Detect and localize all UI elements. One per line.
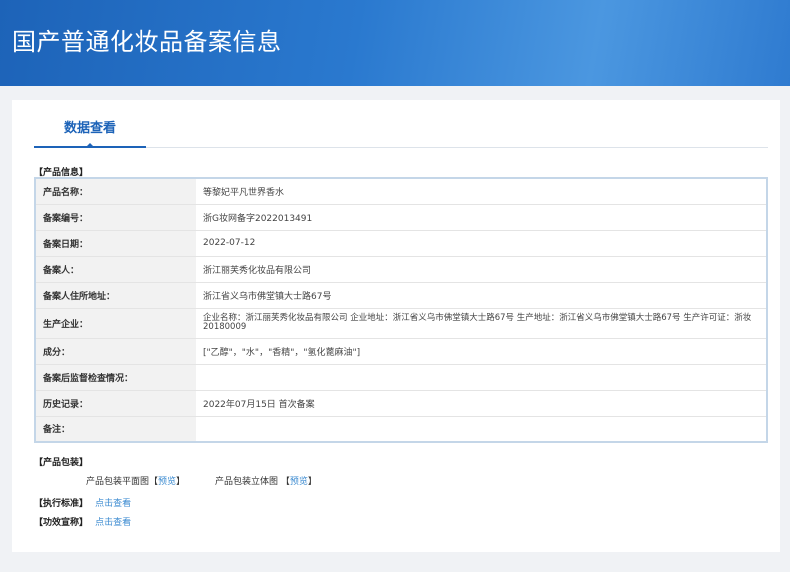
- efficacy-label: 【功效宣称】: [34, 518, 89, 528]
- table-row: 备注：: [35, 416, 767, 443]
- row-value: 浙G妆网备字2022013491: [196, 204, 767, 231]
- row-value: 企业名称：浙江丽芙秀化妆品有限公司 企业地址：浙江省义乌市佛堂镇大士路67号 生…: [196, 308, 767, 339]
- row-value: 2022年07月15日 首次备案: [196, 390, 767, 417]
- packaging-flat-label: 产品包装平面图: [86, 477, 150, 487]
- solid-preview-link[interactable]: 预览: [290, 477, 308, 487]
- table-row: 备案编号： 浙G妆网备字2022013491: [35, 204, 767, 231]
- row-label: 备案人住所地址：: [35, 282, 196, 309]
- table-row: 成分： ["乙醇"，"水"，"香精"，"氢化蓖麻油"]: [35, 338, 767, 365]
- table-row: 备案日期： 2022-07-12: [35, 230, 767, 257]
- table-row: 备案人： 浙江丽芙秀化妆品有限公司: [35, 256, 767, 283]
- row-label: 成分：: [35, 338, 196, 365]
- page-title: 国产普通化妆品备案信息: [12, 28, 282, 56]
- product-info-table: 产品名称： 等黎妃平凡世界香水 备案编号： 浙G妆网备字2022013491 备案日期：…: [34, 177, 768, 443]
- tab-data-view[interactable]: 数据查看: [34, 118, 146, 148]
- standard-view-link[interactable]: 点击查看: [95, 499, 131, 509]
- row-label: 产品名称：: [35, 178, 196, 205]
- row-label: 备案编号：: [35, 204, 196, 231]
- bracket: 【: [280, 477, 290, 487]
- packaging-heading: 【产品包装】: [34, 458, 89, 468]
- standard-row: 【执行标准】 点击查看: [34, 496, 131, 509]
- table-row: 产品名称： 等黎妃平凡世界香水: [35, 178, 767, 205]
- header-banner: 国产普通化妆品备案信息: [0, 0, 790, 86]
- efficacy-view-link[interactable]: 点击查看: [95, 518, 131, 528]
- row-label: 备案日期：: [35, 230, 196, 257]
- row-label: 备案后监督检查情况：: [35, 364, 196, 391]
- table-row: 备案后监督检查情况：: [35, 364, 767, 391]
- packaging-flat: 产品包装平面图【预览】: [86, 474, 185, 487]
- packaging-solid-label: 产品包装立体图: [215, 477, 279, 487]
- row-value: ["乙醇"，"水"，"香精"，"氢化蓖麻油"]: [196, 338, 767, 365]
- row-value: 浙江丽芙秀化妆品有限公司: [196, 256, 767, 283]
- standard-label: 【执行标准】: [34, 499, 89, 509]
- row-value: [196, 364, 767, 391]
- row-value: 浙江省义乌市佛堂镇大士路67号: [196, 282, 767, 309]
- table-row: 备案人住所地址： 浙江省义乌市佛堂镇大士路67号: [35, 282, 767, 309]
- row-label: 历史记录：: [35, 390, 196, 417]
- row-value: 等黎妃平凡世界香水: [196, 178, 767, 205]
- bracket: 【: [149, 477, 159, 487]
- content-panel: 数据查看 【产品信息】 产品名称： 等黎妃平凡世界香水 备案编号： 浙G妆网备字202…: [12, 100, 780, 552]
- bracket: 】: [176, 477, 186, 487]
- efficacy-row: 【功效宣称】 点击查看: [34, 515, 131, 528]
- table-row: 历史记录： 2022年07月15日 首次备案: [35, 390, 767, 417]
- row-value: [196, 416, 767, 443]
- row-label: 备案人：: [35, 256, 196, 283]
- flat-preview-link[interactable]: 预览: [158, 477, 176, 487]
- row-label: 备注：: [35, 416, 196, 443]
- tab-bar: 数据查看: [34, 118, 768, 148]
- row-value: 2022-07-12: [196, 230, 767, 257]
- table-row: 生产企业： 企业名称：浙江丽芙秀化妆品有限公司 企业地址：浙江省义乌市佛堂镇大士路…: [35, 308, 767, 339]
- row-label: 生产企业：: [35, 308, 196, 339]
- packaging-solid: 产品包装立体图 【预览】: [215, 474, 317, 487]
- bracket: 】: [307, 477, 317, 487]
